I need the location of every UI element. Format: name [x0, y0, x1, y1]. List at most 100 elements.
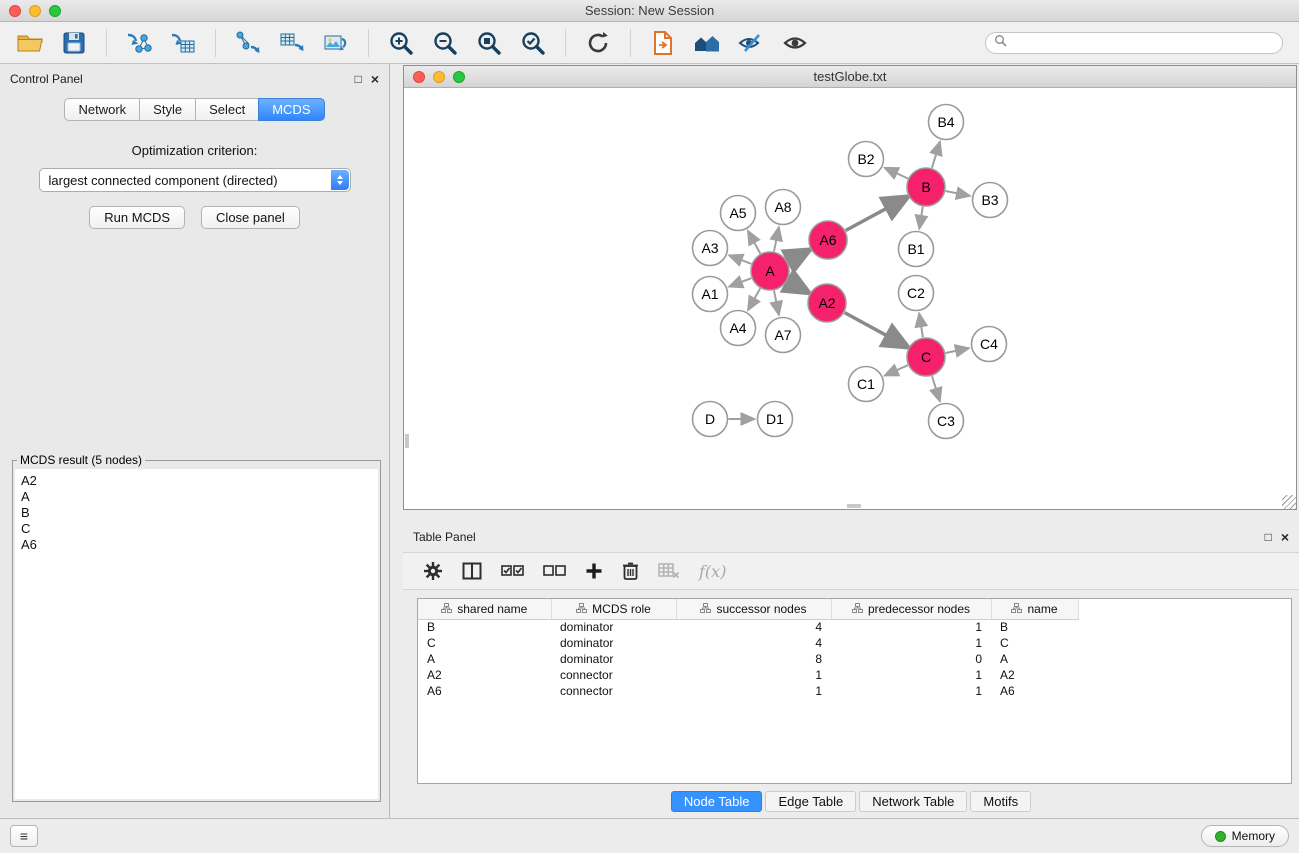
mcds-result-item[interactable]: A: [21, 489, 372, 505]
network-edge-B-B3[interactable]: [946, 191, 970, 196]
table-settings-gear-icon[interactable]: [423, 561, 443, 581]
table-row[interactable]: Bdominator41B: [418, 619, 1078, 635]
export-to-web-icon[interactable]: [647, 27, 679, 59]
network-node-C1[interactable]: C1: [849, 367, 884, 402]
table-cell[interactable]: B: [418, 619, 551, 635]
network-edge-A-A5[interactable]: [748, 231, 760, 254]
table-cell[interactable]: connector: [551, 667, 676, 683]
show-columns-icon[interactable]: [462, 562, 482, 580]
mcds-result-item[interactable]: A6: [21, 537, 372, 553]
table-cell[interactable]: 1: [831, 619, 991, 635]
table-row[interactable]: A2connector11A2: [418, 667, 1078, 683]
node-table-container[interactable]: shared nameMCDS rolesuccessor nodesprede…: [417, 598, 1292, 784]
network-edge-A-A7[interactable]: [774, 291, 779, 315]
select-all-icon[interactable]: [501, 564, 524, 578]
network-edge-A-A6[interactable]: [788, 250, 809, 261]
zoom-selected-icon[interactable]: [517, 27, 549, 59]
table-cell[interactable]: A2: [418, 667, 551, 683]
tab-network[interactable]: Network: [64, 98, 140, 121]
network-node-B2[interactable]: B2: [849, 142, 884, 177]
tab-edge-table[interactable]: Edge Table: [765, 791, 856, 812]
zoom-out-icon[interactable]: [429, 27, 461, 59]
search-input[interactable]: [1012, 36, 1274, 50]
export-image-icon[interactable]: [320, 27, 352, 59]
network-node-D[interactable]: D: [693, 402, 728, 437]
zoom-fit-icon[interactable]: [473, 27, 505, 59]
table-cell[interactable]: A6: [991, 683, 1078, 699]
network-node-C[interactable]: C: [907, 338, 945, 376]
search-field[interactable]: [985, 32, 1283, 54]
delete-table-icon[interactable]: [658, 562, 680, 580]
table-cell[interactable]: dominator: [551, 619, 676, 635]
import-network-icon[interactable]: [123, 27, 155, 59]
table-row[interactable]: Cdominator41C: [418, 635, 1078, 651]
network-node-A5[interactable]: A5: [721, 196, 756, 231]
network-edge-A6-B[interactable]: [846, 198, 907, 231]
network-node-B1[interactable]: B1: [899, 232, 934, 267]
table-cell[interactable]: A: [991, 651, 1078, 667]
network-node-B[interactable]: B: [907, 168, 945, 206]
column-header-shared-name[interactable]: shared name: [418, 599, 551, 619]
table-cell[interactable]: B: [991, 619, 1078, 635]
memory-button[interactable]: Memory: [1201, 825, 1289, 847]
column-header-predecessor-nodes[interactable]: predecessor nodes: [831, 599, 991, 619]
mcds-result-item[interactable]: A2: [21, 473, 372, 489]
table-cell[interactable]: 0: [831, 651, 991, 667]
mcds-result-item[interactable]: C: [21, 521, 372, 537]
tab-style[interactable]: Style: [139, 98, 196, 121]
table-row[interactable]: Adominator80A: [418, 651, 1078, 667]
resize-handle[interactable]: [1282, 495, 1296, 509]
network-node-D1[interactable]: D1: [758, 402, 793, 437]
criterion-dropdown[interactable]: largest connected component (directed): [39, 168, 351, 192]
network-node-A6[interactable]: A6: [809, 221, 847, 259]
network-edge-A-A3[interactable]: [729, 255, 751, 263]
table-cell[interactable]: A2: [991, 667, 1078, 683]
float-table-panel-icon[interactable]: □: [1265, 531, 1272, 543]
table-cell[interactable]: 1: [831, 667, 991, 683]
table-cell[interactable]: dominator: [551, 635, 676, 651]
column-header-successor-nodes[interactable]: successor nodes: [676, 599, 831, 619]
tab-network-table[interactable]: Network Table: [859, 791, 967, 812]
home-network-icon[interactable]: [691, 27, 723, 59]
run-mcds-button[interactable]: Run MCDS: [89, 206, 185, 229]
mcds-result-item[interactable]: B: [21, 505, 372, 521]
network-node-A7[interactable]: A7: [766, 318, 801, 353]
network-node-A4[interactable]: A4: [721, 311, 756, 346]
network-edge-A-A2[interactable]: [787, 281, 807, 292]
hide-graphics-details-icon[interactable]: [735, 27, 767, 59]
table-cell[interactable]: C: [418, 635, 551, 651]
function-builder-icon[interactable]: f(x): [699, 562, 726, 581]
network-edge-A-A4[interactable]: [748, 288, 760, 310]
table-cell[interactable]: A: [418, 651, 551, 667]
network-edge-A-A1[interactable]: [729, 278, 751, 287]
open-session-icon[interactable]: [14, 27, 46, 59]
column-header-name[interactable]: name: [991, 599, 1078, 619]
table-cell[interactable]: 4: [676, 619, 831, 635]
network-edge-B-B2[interactable]: [885, 168, 908, 179]
network-node-C2[interactable]: C2: [899, 276, 934, 311]
network-edge-C-C2[interactable]: [919, 313, 923, 337]
export-table-icon[interactable]: [276, 27, 308, 59]
refresh-icon[interactable]: [582, 27, 614, 59]
network-edge-C-C1[interactable]: [885, 365, 908, 375]
table-cell[interactable]: 8: [676, 651, 831, 667]
network-canvas[interactable]: AA1A2A3A4A5A6A7A8BB1B2B3B4CC1C2C3C4DD1: [404, 89, 1296, 509]
close-panel-icon[interactable]: ×: [371, 73, 379, 85]
network-node-C4[interactable]: C4: [972, 327, 1007, 362]
table-cell[interactable]: 1: [676, 667, 831, 683]
network-node-A1[interactable]: A1: [693, 277, 728, 312]
tab-select[interactable]: Select: [195, 98, 259, 121]
network-edge-A2-C[interactable]: [845, 313, 907, 347]
table-cell[interactable]: 1: [831, 683, 991, 699]
network-edge-B-B4[interactable]: [932, 142, 940, 168]
tab-motifs[interactable]: Motifs: [970, 791, 1031, 812]
table-cell[interactable]: C: [991, 635, 1078, 651]
table-cell[interactable]: connector: [551, 683, 676, 699]
close-table-panel-icon[interactable]: ×: [1281, 531, 1289, 543]
zoom-in-icon[interactable]: [385, 27, 417, 59]
mcds-result-list[interactable]: A2ABCA6: [15, 469, 378, 799]
task-history-icon[interactable]: ≡: [10, 825, 38, 847]
network-node-A3[interactable]: A3: [693, 231, 728, 266]
table-cell[interactable]: 1: [676, 683, 831, 699]
table-cell[interactable]: A6: [418, 683, 551, 699]
